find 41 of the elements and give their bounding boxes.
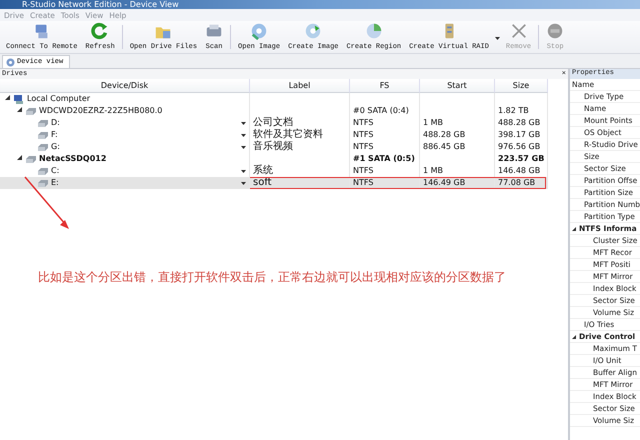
label-cell: 音乐视频: [250, 141, 350, 153]
column-header[interactable]: Size: [495, 79, 548, 93]
size-cell: 488.28 GB: [495, 117, 548, 129]
annotation-text: 比如是这个分区出错，直接打开软件双击后，正常右边就可以出现相对应该的分区数据了: [38, 269, 506, 286]
label-cell: 公司文档: [250, 117, 350, 129]
table-cell[interactable]: D:: [0, 117, 250, 129]
fs-cell: NTFS: [350, 141, 420, 153]
device-name[interactable]: C:: [51, 165, 60, 177]
column-header[interactable]: Device/Disk: [0, 79, 250, 93]
table-cell[interactable]: WDCWD20EZRZ-22Z5HB080.0: [0, 105, 250, 117]
device-name[interactable]: WDCWD20EZRZ-22Z5HB080.0: [39, 105, 162, 117]
column-header[interactable]: Label: [250, 79, 350, 93]
device-name[interactable]: E:: [51, 177, 59, 189]
fs-cell: #1 SATA (0:5): [350, 153, 420, 165]
label-cell: 系统: [250, 165, 350, 177]
table-cell[interactable]: F:: [0, 129, 250, 141]
window-title: R-Studio Network Edition - Device View: [0, 0, 640, 9]
column-header[interactable]: FS: [350, 79, 420, 93]
device-name[interactable]: D:: [51, 117, 60, 129]
device-name[interactable]: NetacSSDQ012: [39, 153, 106, 165]
size-cell: 223.57 GB: [495, 153, 548, 165]
start-cell: 886.45 GB: [420, 141, 495, 153]
device-name[interactable]: F:: [51, 129, 58, 141]
size-cell: 976.56 GB: [495, 141, 548, 153]
start-cell: 488.28 GB: [420, 129, 495, 141]
device-name[interactable]: Local Computer: [27, 93, 90, 105]
table-cell[interactable]: Local Computer: [0, 93, 250, 105]
table-cell[interactable]: G:: [0, 141, 250, 153]
size-cell: 1.82 TB: [495, 105, 548, 117]
column-header[interactable]: Start: [420, 79, 495, 93]
fs-cell: NTFS: [350, 129, 420, 141]
size-cell: 398.17 GB: [495, 129, 548, 141]
start-cell: 1 MB: [420, 117, 495, 129]
device-name[interactable]: G:: [51, 141, 60, 153]
table-cell[interactable]: E:: [0, 177, 250, 189]
label-cell: 软件及其它资料: [250, 129, 350, 141]
table-cell[interactable]: NetacSSDQ012: [0, 153, 250, 165]
fs-cell: #0 SATA (0:4): [350, 105, 420, 117]
fs-cell: NTFS: [350, 117, 420, 129]
start-cell: 1 MB: [420, 165, 495, 177]
fs-cell: NTFS: [350, 165, 420, 177]
